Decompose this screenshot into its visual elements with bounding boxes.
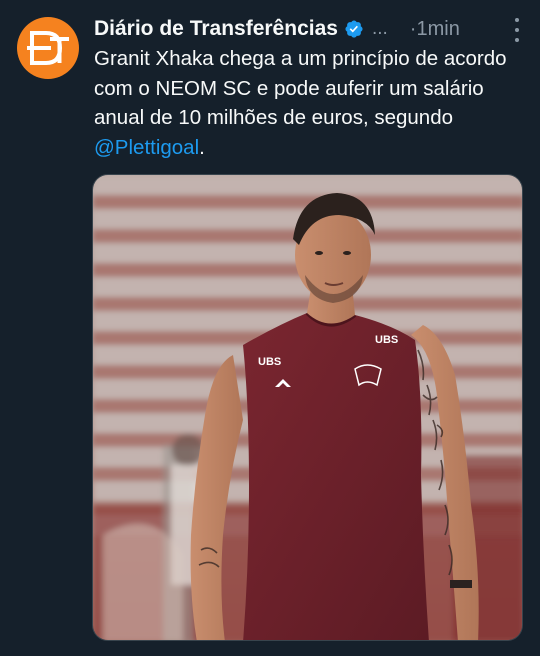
player-photo-icon: UBS UBS (93, 175, 522, 640)
dot-icon (515, 28, 519, 32)
time-label: 1min (416, 17, 460, 40)
avatar[interactable] (17, 17, 79, 79)
author-name[interactable]: Diário de Transferências (94, 17, 338, 41)
mention-link[interactable]: @Plettigoal (94, 136, 199, 159)
tweet-text: Granit Xhaka chega a um princípio de aco… (94, 44, 526, 162)
tweet-header: Diário de Transferências ... ·1min (94, 14, 528, 44)
tweet-text-end: . (199, 135, 205, 159)
tweet-media-photo[interactable]: UBS UBS (92, 174, 523, 641)
jersey-sponsor-left: UBS (258, 356, 281, 368)
verified-badge-icon (345, 20, 363, 38)
dt-logo-icon (27, 31, 69, 65)
tweet-text-main: Granit Xhaka chega a um princípio de aco… (94, 47, 507, 129)
more-options-button[interactable] (512, 18, 522, 42)
tweet[interactable]: Diário de Transferências ... ·1min Grani… (0, 0, 540, 656)
dot-icon (515, 38, 519, 42)
timestamp[interactable]: ·1min (410, 18, 460, 41)
author-handle[interactable]: ... (372, 18, 388, 40)
jersey-sponsor-right: UBS (375, 334, 398, 346)
dot-icon (515, 18, 519, 22)
